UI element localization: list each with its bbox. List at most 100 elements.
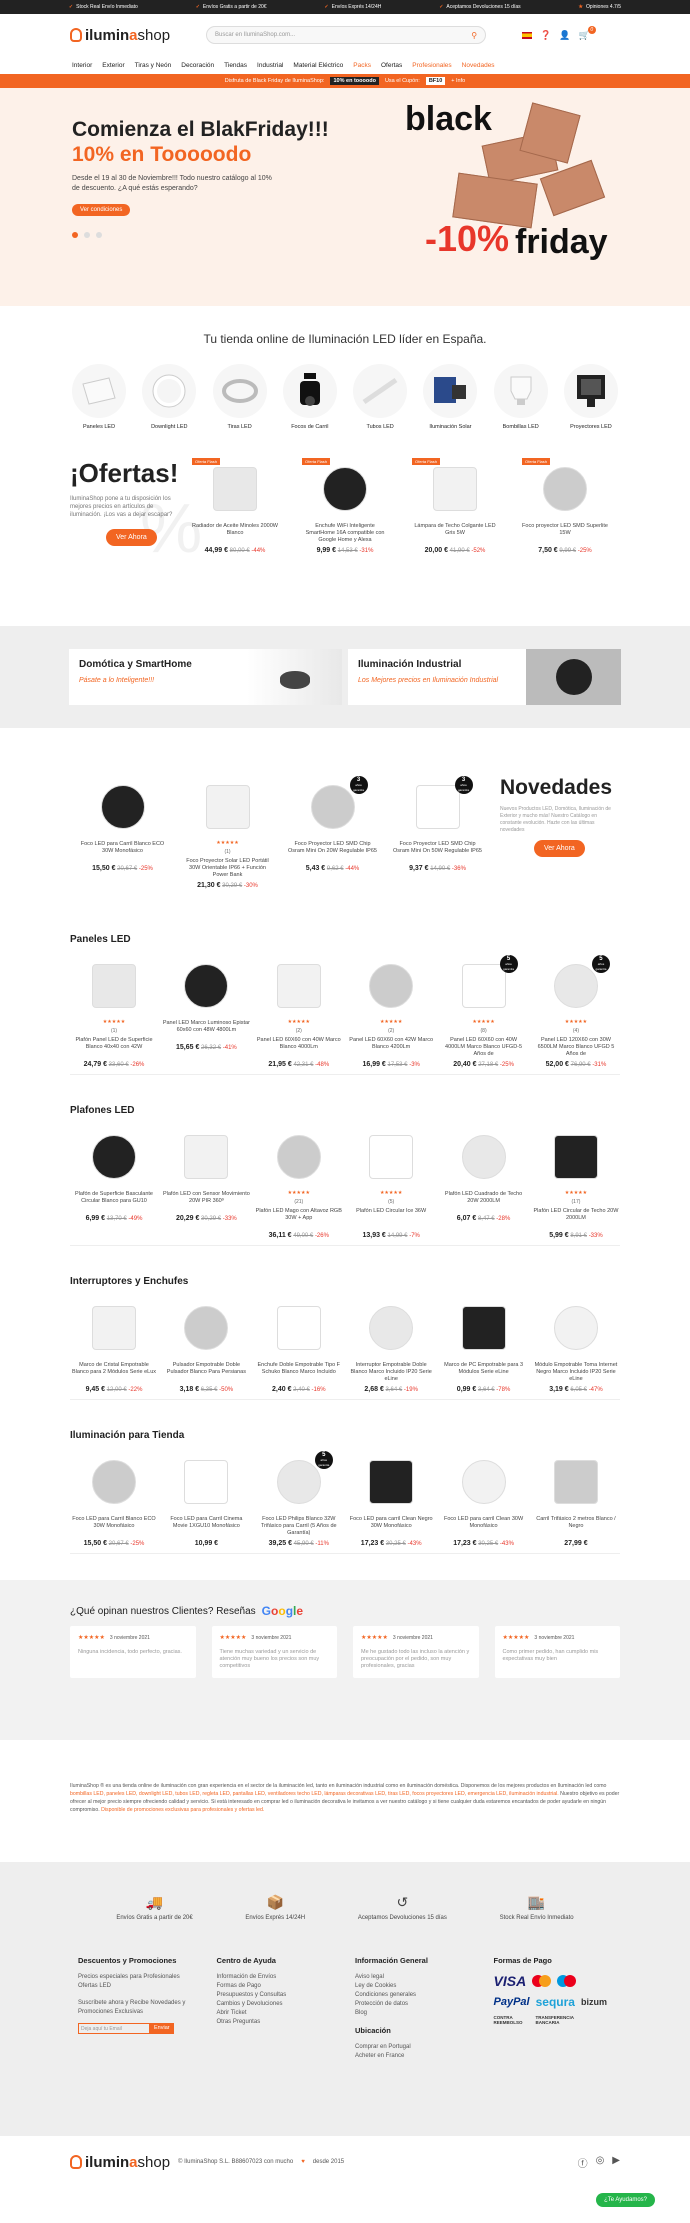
product-card[interactable]: Foco LED para carril Clean Negro 30W Mon… bbox=[347, 1451, 435, 1547]
product-name[interactable]: Panel LED 60X60 con 40W 4000LM Marco Bla… bbox=[440, 1037, 528, 1059]
product-image[interactable] bbox=[162, 1126, 250, 1188]
product-image[interactable] bbox=[440, 1451, 528, 1513]
product-name[interactable]: Plafón LED Cuadrado de Techo 20W 2000LM bbox=[440, 1191, 528, 1213]
product-image[interactable] bbox=[532, 1451, 620, 1513]
banner-industrial[interactable]: Iluminación Industrial Los Mejores precio… bbox=[348, 649, 621, 705]
product-name[interactable]: Panel LED 60X60 con 42W Marco Blanco 420… bbox=[347, 1037, 435, 1059]
product-image[interactable] bbox=[162, 955, 250, 1017]
nav-decoracion[interactable]: Decoración bbox=[181, 62, 214, 69]
product-image[interactable] bbox=[183, 776, 273, 838]
footer-link[interactable]: Precios especiales para Profesionales bbox=[78, 1973, 197, 1982]
product-name[interactable]: Panel LED 120X60 con 30W 6500LM Marco Bl… bbox=[532, 1037, 620, 1059]
product-card[interactable]: Oferta Flash Lámpara de Techo Colgante LE… bbox=[410, 458, 500, 588]
footer-link[interactable]: Condiciones generales bbox=[355, 1991, 474, 2000]
product-card[interactable]: Plafón LED con Sensor Movimiento 20W PIR… bbox=[162, 1126, 250, 1239]
category-focos-carril[interactable]: Focos de Carril bbox=[277, 364, 343, 430]
product-image[interactable] bbox=[532, 1297, 620, 1359]
product-name[interactable]: Lámpara de Techo Colgante LED Gris 5W bbox=[410, 523, 500, 545]
product-image[interactable] bbox=[162, 1297, 250, 1359]
location-link[interactable]: Acheter en France bbox=[355, 2052, 474, 2061]
nav-interior[interactable]: Interior bbox=[72, 62, 92, 69]
newsletter-submit-button[interactable]: Enviar bbox=[150, 2023, 174, 2034]
footer-link[interactable]: Abrir Ticket bbox=[217, 2009, 336, 2018]
nav-tiendas[interactable]: Tiendas bbox=[224, 62, 247, 69]
product-image[interactable] bbox=[300, 458, 390, 520]
category-paneles[interactable]: Paneles LED bbox=[66, 364, 132, 430]
product-image[interactable] bbox=[440, 1126, 528, 1188]
product-name[interactable]: Foco Proyector LED SMD Chip Osram Mini O… bbox=[393, 841, 483, 863]
product-name[interactable]: Foco LED para Carril Blanco ECO 30W Mono… bbox=[70, 1516, 158, 1538]
product-card[interactable]: Módulo Empotrable Toma Internet Negro Ma… bbox=[532, 1297, 620, 1393]
site-logo[interactable]: ilumin a shop bbox=[70, 27, 170, 44]
product-card[interactable]: ★★★★★ (5) Plafón LED Circular Ice 36W 13,93… bbox=[347, 1126, 435, 1239]
product-image[interactable] bbox=[255, 955, 343, 1017]
nav-novedades[interactable]: Novedades bbox=[462, 62, 495, 69]
product-name[interactable]: Plafón LED Circular de Techo 20W 2000LM bbox=[532, 1208, 620, 1230]
footer-link[interactable]: Aviso legal bbox=[355, 1973, 474, 1982]
product-name[interactable]: Foco proyector LED SMD Superlite 15W bbox=[520, 523, 610, 545]
product-card[interactable]: Enchufe Doble Empotrable Tipo F Schuko B… bbox=[255, 1297, 343, 1393]
product-name[interactable]: Foco Proyector LED SMD Chip Osram Mini O… bbox=[288, 841, 378, 863]
product-name[interactable]: Foco Proyector Solar LED Portátil 30W Or… bbox=[183, 858, 273, 880]
nav-packs[interactable]: Packs bbox=[353, 62, 371, 69]
hero-conditions-button[interactable]: Ver condiciones bbox=[72, 204, 131, 216]
product-image[interactable] bbox=[255, 1126, 343, 1188]
product-name[interactable]: Carril Trifásico 2 metros Blanco / Negro bbox=[532, 1516, 620, 1538]
product-card[interactable]: Foco LED para carril Clean 30W Monofásic… bbox=[440, 1451, 528, 1547]
product-image[interactable] bbox=[70, 1126, 158, 1188]
category-bombillas[interactable]: Bombillas LED bbox=[488, 364, 554, 430]
product-card[interactable]: Carril Trifásico 2 metros Blanco / Negro… bbox=[532, 1451, 620, 1547]
product-card[interactable]: 5 años garantía Foco LED Philips Blanco 32… bbox=[255, 1451, 343, 1547]
product-name[interactable]: Plafón LED Circular Ice 36W bbox=[347, 1208, 435, 1230]
footer-link[interactable]: Información de Envíos bbox=[217, 1973, 336, 1982]
product-name[interactable]: Panel LED 60X60 con 40W Marco Blanco 400… bbox=[255, 1037, 343, 1059]
product-card[interactable]: Oferta Flash Radiador de Aceite Minoles 2… bbox=[190, 458, 280, 588]
product-name[interactable]: Foco LED para carril Clean 30W Monofásic… bbox=[440, 1516, 528, 1538]
product-card[interactable]: Marco de PC Empotrable para 3 Módulos Se… bbox=[440, 1297, 528, 1393]
product-image[interactable] bbox=[520, 458, 610, 520]
carousel-dot[interactable] bbox=[72, 232, 78, 238]
nav-ofertas[interactable]: Ofertas bbox=[381, 62, 402, 69]
nav-tiras[interactable]: Tiras y Neón bbox=[135, 62, 172, 69]
product-image[interactable] bbox=[347, 955, 435, 1017]
product-card[interactable]: Foco LED para Carril Cinema Movie 1XGU10… bbox=[162, 1451, 250, 1547]
product-name[interactable]: Plafón LED Mago con Altavoz RGB 30W + Ap… bbox=[255, 1208, 343, 1230]
product-name[interactable]: Foco LED para Carril Blanco ECO 30W Mono… bbox=[78, 841, 168, 863]
product-image[interactable] bbox=[440, 1297, 528, 1359]
product-name[interactable]: Panel LED Marco Luminoso Epistar 60x60 c… bbox=[162, 1020, 250, 1042]
product-card[interactable]: Oferta Flash Enchufe WiFi Inteligente Sma… bbox=[300, 458, 390, 588]
product-image[interactable] bbox=[162, 1451, 250, 1513]
offers-view-button[interactable]: Ver Ahora bbox=[106, 529, 157, 546]
category-tubos[interactable]: Tubos LED bbox=[347, 364, 413, 430]
facebook-icon[interactable]: ⓕ bbox=[578, 2155, 588, 2170]
product-card[interactable]: ★★★★★ (2) Panel LED 60X60 con 42W Marco Bl… bbox=[347, 955, 435, 1068]
product-card[interactable]: ★★★★★ (21) Plafón LED Mago con Altavoz RGB… bbox=[255, 1126, 343, 1239]
product-image[interactable] bbox=[347, 1297, 435, 1359]
nav-industrial[interactable]: Industrial bbox=[257, 62, 283, 69]
category-proyectores[interactable]: Proyectores LED bbox=[558, 364, 624, 430]
spain-flag-icon[interactable] bbox=[522, 31, 533, 39]
product-name[interactable]: Plafón de Superficie Basculante Circular… bbox=[70, 1191, 158, 1213]
carousel-dot[interactable] bbox=[96, 232, 102, 238]
product-image[interactable] bbox=[255, 1297, 343, 1359]
carousel-dot[interactable] bbox=[84, 232, 90, 238]
product-card[interactable]: Panel LED Marco Luminoso Epistar 60x60 c… bbox=[162, 955, 250, 1068]
footer-link[interactable]: Protección de datos bbox=[355, 2000, 474, 2009]
product-name[interactable]: Plafón Panel LED de Superficie Blanco 40… bbox=[70, 1037, 158, 1059]
location-link[interactable]: Comprar en Portugal bbox=[355, 2043, 474, 2052]
help-chat-button[interactable]: ¿Te Ayudamos? bbox=[596, 2193, 655, 2207]
product-name[interactable]: Marco de Cristal Empotrable Blanco para … bbox=[70, 1362, 158, 1384]
product-card[interactable]: 3 años garantía Foco Proyector LED SMD Chi… bbox=[288, 776, 378, 904]
youtube-icon[interactable]: ▶ bbox=[612, 2155, 620, 2170]
product-name[interactable]: Enchufe WiFi Inteligente SmartHome 16A c… bbox=[300, 523, 390, 545]
footer-link[interactable]: Otras Preguntas bbox=[217, 2018, 336, 2027]
nav-profesionales[interactable]: Profesionales bbox=[412, 62, 451, 69]
product-card[interactable]: Oferta Flash Foco proyector LED SMD Super… bbox=[520, 458, 610, 588]
new-products-view-button[interactable]: Ver Ahora bbox=[534, 840, 585, 857]
footer-link[interactable]: Formas de Pago bbox=[217, 1982, 336, 1991]
product-name[interactable]: Plafón LED con Sensor Movimiento 20W PIR… bbox=[162, 1191, 250, 1213]
product-name[interactable]: Interruptor Empotrable Doble Blanco Marc… bbox=[347, 1362, 435, 1384]
product-card[interactable]: ★★★★★ (1) Foco Proyector Solar LED Portáti… bbox=[183, 776, 273, 904]
product-image[interactable] bbox=[70, 955, 158, 1017]
cart-icon[interactable]: 🛒 0 bbox=[578, 25, 596, 41]
